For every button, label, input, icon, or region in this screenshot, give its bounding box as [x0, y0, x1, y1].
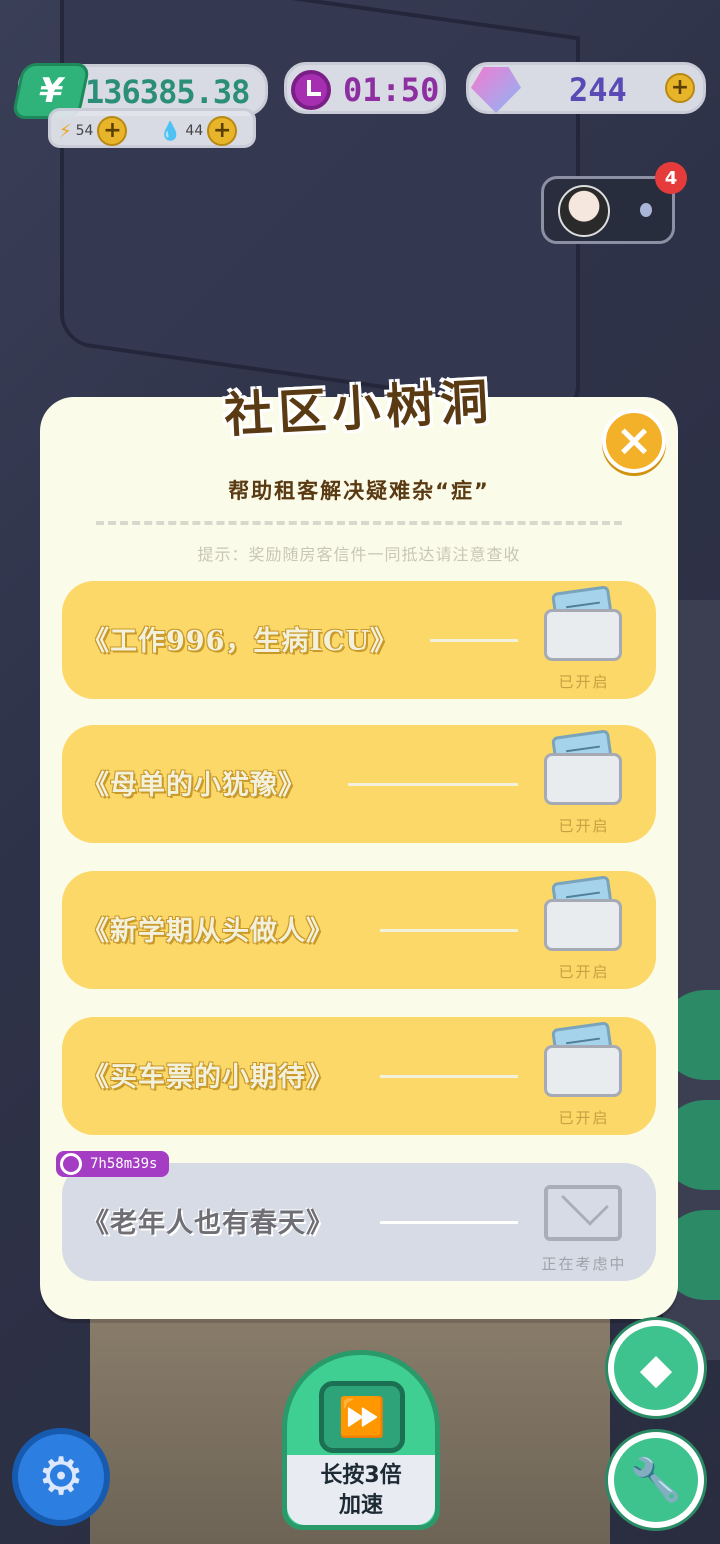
dash-line — [380, 1221, 518, 1224]
add-water-button[interactable]: + — [207, 116, 238, 146]
tenant-chat-button[interactable] — [541, 176, 675, 244]
letter-item-locked[interactable]: 7h58m39s 《老年人也有春天》 正在考虑中 — [56, 1151, 656, 1281]
dialog-subtitle: 帮助租客解决疑难杂“症” — [228, 479, 490, 503]
speed-up-button[interactable]: ⏩ 长按3倍 加速 — [282, 1350, 440, 1530]
message-dot-icon — [640, 203, 652, 217]
hint-text: 提示：奖励随房客信件一同抵达请注意查收 — [197, 545, 521, 564]
energy-counter: ⚡ 54 + — [59, 116, 128, 146]
clock-icon — [60, 1153, 82, 1175]
open-envelope-icon — [544, 875, 622, 953]
wrench-icon: 🔧 — [629, 1455, 683, 1504]
lightning-icon: ⚡ — [59, 120, 72, 142]
letter-title: 《买车票的小期待》 — [82, 1062, 334, 1093]
letter-item[interactable]: 《新学期从头做人》 已开启 — [62, 871, 656, 989]
close-button[interactable]: × — [602, 409, 666, 473]
notification-badge: 4 — [655, 162, 687, 194]
letter-status: 已开启 — [558, 817, 610, 835]
diamond-icon: ◆ — [639, 1343, 673, 1393]
water-counter: 💧 44 + — [159, 116, 238, 146]
close-icon: × — [615, 415, 653, 466]
build-room-button[interactable]: ◆ — [608, 1320, 704, 1416]
letter-title: 《母单的小犹豫》 — [82, 770, 306, 801]
fast-forward-icon: ⏩ — [319, 1381, 405, 1453]
divider — [96, 521, 622, 525]
tree-hole-dialog: 社区小树洞 × 帮助租客解决疑难杂“症” 提示：奖励随房客信件一同抵达请注意查收… — [40, 374, 678, 1319]
money-value: 136385.38 — [85, 73, 250, 111]
settings-button[interactable]: ⚙ — [12, 1428, 110, 1526]
dash-line — [430, 639, 518, 642]
timer-counter: 01:50 — [284, 62, 446, 114]
gear-icon: ⚙ — [37, 1447, 85, 1507]
letter-title: 《工作996，生病ICU》 — [82, 626, 399, 657]
letter-title: 《新学期从头做人》 — [82, 916, 334, 947]
letter-item[interactable]: 《工作996，生病ICU》 已开启 — [62, 581, 656, 699]
timer-value: 01:50 — [343, 71, 440, 109]
letter-status: 正在考虑中 — [541, 1255, 627, 1273]
yuan-symbol: ¥ — [34, 71, 68, 111]
open-envelope-icon — [544, 585, 622, 663]
gem-value: 244 — [569, 71, 627, 109]
letter-title: 《老年人也有春天》 — [82, 1208, 334, 1239]
speed-up-label-line1: 长按3倍 — [320, 1463, 402, 1488]
speed-up-label: 长按3倍 加速 — [287, 1455, 435, 1525]
speed-up-label-line2: 加速 — [338, 1493, 383, 1518]
clock-icon — [291, 70, 331, 110]
tools-button[interactable]: 🔧 — [608, 1432, 704, 1528]
water-drop-icon: 💧 — [159, 120, 182, 142]
gem-icon — [471, 67, 521, 113]
open-envelope-icon — [544, 1021, 622, 1099]
resources-bar: ⚡ 54 + 💧 44 + — [48, 108, 256, 148]
energy-value: 54 — [75, 123, 94, 139]
dash-line — [380, 929, 518, 932]
letter-status: 已开启 — [558, 1109, 610, 1127]
letter-status: 已开启 — [558, 963, 610, 981]
countdown-badge: 7h58m39s — [56, 1151, 170, 1177]
add-energy-button[interactable]: + — [97, 116, 128, 146]
countdown-value: 7h58m39s — [90, 1156, 158, 1172]
open-envelope-icon — [544, 729, 622, 807]
gem-counter: 244 + — [466, 62, 706, 114]
game-screen: ¥ 136385.38 ⚡ 54 + 💧 44 + 01:50 244 + 4 … — [0, 0, 720, 1544]
dash-line — [348, 783, 518, 786]
avatar — [558, 185, 610, 237]
closed-envelope-icon — [544, 1185, 622, 1241]
letter-item[interactable]: 《买车票的小期待》 已开启 — [62, 1017, 656, 1135]
letter-item[interactable]: 《母单的小犹豫》 已开启 — [62, 725, 656, 843]
dash-line — [380, 1075, 518, 1078]
add-gems-button[interactable]: + — [665, 73, 695, 103]
letter-status: 已开启 — [558, 673, 610, 691]
water-value: 44 — [185, 123, 204, 139]
